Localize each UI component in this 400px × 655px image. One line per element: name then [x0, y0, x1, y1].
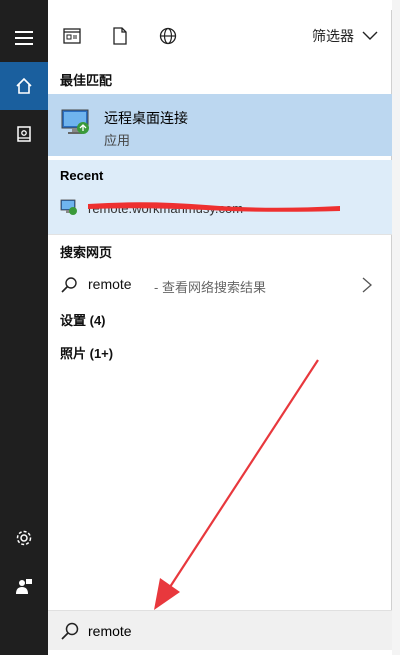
search-results-panel: 筛选器 最佳匹配 远程桌面连接 应用 Recent remo	[48, 10, 392, 650]
home-button[interactable]	[0, 62, 48, 110]
notebook-button[interactable]	[0, 110, 48, 158]
menu-button[interactable]	[0, 14, 48, 62]
web-search-item[interactable]: remote - 查看网络搜索结果	[48, 270, 392, 300]
documents-filter-button[interactable]	[108, 24, 132, 48]
feedback-button[interactable]	[0, 562, 48, 610]
web-filter-button[interactable]	[156, 24, 180, 48]
globe-icon	[159, 27, 177, 45]
web-search-query: remote	[88, 276, 132, 292]
document-icon	[63, 28, 81, 44]
remote-desktop-icon	[61, 109, 89, 134]
filter-label: 筛选器	[312, 28, 354, 44]
web-search-heading: 搜索网页	[60, 245, 113, 260]
best-match-subtitle: 应用	[104, 133, 131, 148]
recent-item[interactable]: remote.workmanmusy.com	[48, 192, 392, 226]
home-icon	[16, 77, 32, 94]
chevron-right-icon	[362, 277, 372, 293]
settings-button[interactable]	[0, 514, 48, 562]
recent-heading: Recent	[60, 168, 104, 183]
notebook-icon	[17, 126, 31, 142]
left-rail	[0, 0, 48, 655]
apps-filter-button[interactable]	[60, 24, 84, 48]
divider	[48, 234, 392, 235]
feedback-icon	[16, 579, 32, 594]
redaction-mark	[88, 202, 340, 212]
web-search-hint: - 查看网络搜索结果	[154, 280, 266, 295]
settings-heading[interactable]: 设置 (4)	[60, 310, 106, 329]
hamburger-icon	[15, 31, 33, 45]
file-icon	[113, 27, 127, 45]
best-match-title: 远程桌面连接	[104, 110, 188, 126]
chevron-down-icon	[362, 31, 378, 40]
photos-heading[interactable]: 照片 (1+)	[60, 343, 113, 362]
search-input[interactable]	[88, 619, 368, 643]
remote-desktop-icon	[60, 199, 77, 215]
best-match-heading: 最佳匹配	[60, 73, 113, 88]
search-icon	[61, 277, 77, 293]
filter-dropdown[interactable]: 筛选器	[312, 24, 378, 48]
search-icon	[61, 622, 79, 640]
recent-section: Recent remote.workmanmusy.com	[48, 160, 392, 234]
results-toolbar: 筛选器	[48, 10, 392, 62]
settings-icon	[16, 530, 32, 546]
background-window-edge	[392, 0, 400, 655]
best-match-item[interactable]: 远程桌面连接 应用	[48, 94, 392, 156]
search-bar	[48, 610, 392, 650]
